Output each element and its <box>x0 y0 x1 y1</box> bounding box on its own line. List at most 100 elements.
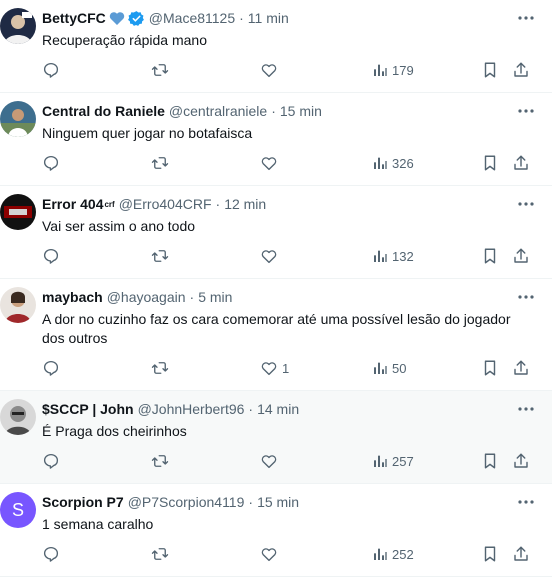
views-button[interactable]: 50 <box>372 356 406 380</box>
avatar[interactable] <box>0 101 36 137</box>
analytics-icon <box>374 362 387 374</box>
views-button[interactable]: 252 <box>372 542 414 566</box>
tweet[interactable]: $SCCP | John @JohnHerbert96 · 14 min É P… <box>0 391 552 484</box>
retweet-button[interactable] <box>150 356 170 380</box>
tweet[interactable]: S Scorpion P7 @P7Scorpion4119 · 15 min 1… <box>0 484 552 577</box>
timestamp[interactable]: 5 min <box>198 289 232 305</box>
analytics-icon <box>374 157 387 169</box>
retweet-button[interactable] <box>150 151 170 175</box>
display-name[interactable]: BettyCFC <box>42 10 106 26</box>
reply-button[interactable] <box>42 356 60 380</box>
handle[interactable]: @Mace81125 <box>149 10 235 26</box>
retweet-button[interactable] <box>150 542 170 566</box>
retweet-button[interactable] <box>150 449 170 473</box>
timestamp[interactable]: 11 min <box>248 10 289 26</box>
share-button[interactable] <box>512 151 530 175</box>
like-count: 1 <box>282 360 290 376</box>
avatar[interactable]: S <box>0 492 36 528</box>
tweet[interactable]: Error 404 crf @Erro404CRF · 12 min Vai se… <box>0 186 552 279</box>
handle[interactable]: @hayoagain <box>107 289 186 305</box>
views-button[interactable]: 132 <box>372 244 414 268</box>
avatar[interactable] <box>0 194 36 230</box>
reply-icon <box>43 453 59 469</box>
more-options-icon[interactable] <box>516 10 536 26</box>
bookmark-button[interactable] <box>482 58 498 82</box>
tweet[interactable]: BettyCFC @Mace81125 · 11 min Recuperação… <box>0 0 552 93</box>
views-button[interactable]: 257 <box>372 449 414 473</box>
handle[interactable]: @Erro404CRF <box>119 196 212 212</box>
bookmark-button[interactable] <box>482 356 498 380</box>
avatar[interactable] <box>0 399 36 435</box>
action-bar: 132 <box>40 244 536 268</box>
more-options-icon[interactable] <box>516 401 536 417</box>
share-button[interactable] <box>512 449 530 473</box>
reply-button[interactable] <box>42 244 60 268</box>
display-name[interactable]: maybach <box>42 289 103 305</box>
share-icon <box>514 248 528 263</box>
timestamp[interactable]: 12 min <box>224 196 266 212</box>
view-count: 179 <box>392 62 414 78</box>
more-options-icon[interactable] <box>516 494 536 510</box>
analytics-icon <box>374 548 387 560</box>
separator-dot: · <box>215 196 221 212</box>
handle[interactable]: @centralraniele <box>169 103 267 119</box>
more-options-icon[interactable] <box>516 103 536 119</box>
reply-button[interactable] <box>42 542 60 566</box>
views-button[interactable]: 179 <box>372 58 414 82</box>
reply-button[interactable] <box>42 151 60 175</box>
separator-dot: · <box>248 494 254 510</box>
like-button[interactable] <box>260 151 282 175</box>
display-name[interactable]: Central do Raniele <box>42 103 165 119</box>
retweet-button[interactable] <box>150 58 170 82</box>
display-name[interactable]: Error 404 <box>42 196 103 212</box>
tweet-text: Recuperação rápida mano <box>42 32 207 48</box>
retweet-icon <box>151 157 169 169</box>
tweet-header: maybach @hayoagain · 5 min <box>42 287 512 307</box>
avatar[interactable] <box>0 8 36 44</box>
handle[interactable]: @P7Scorpion4119 <box>128 494 245 510</box>
reply-button[interactable] <box>42 449 60 473</box>
retweet-icon <box>151 455 169 467</box>
timestamp[interactable]: 15 min <box>280 103 322 119</box>
display-name[interactable]: Scorpion P7 <box>42 494 124 510</box>
tweet[interactable]: Central do Raniele @centralraniele · 15 … <box>0 93 552 186</box>
reply-button[interactable] <box>42 58 60 82</box>
like-button[interactable] <box>260 542 282 566</box>
heart-icon <box>261 455 277 469</box>
verified-badge-icon <box>127 10 145 27</box>
analytics-icon <box>374 250 387 262</box>
views-button[interactable]: 326 <box>372 151 414 175</box>
heart-icon <box>261 548 277 562</box>
share-button[interactable] <box>512 542 530 566</box>
retweet-icon <box>151 64 169 76</box>
handle[interactable]: @JohnHerbert96 <box>138 401 245 417</box>
bookmark-icon <box>484 155 496 171</box>
separator-dot: · <box>189 289 195 305</box>
more-options-icon[interactable] <box>516 196 536 212</box>
timestamp[interactable]: 15 min <box>257 494 299 510</box>
share-icon <box>514 360 528 375</box>
timestamp[interactable]: 14 min <box>257 401 299 417</box>
like-button[interactable]: 1 <box>260 356 289 380</box>
bookmark-button[interactable] <box>482 244 498 268</box>
retweet-button[interactable] <box>150 244 170 268</box>
more-options-icon[interactable] <box>516 289 536 305</box>
like-button[interactable] <box>260 244 282 268</box>
avatar[interactable] <box>0 287 36 323</box>
share-icon <box>514 546 528 561</box>
tweet-header: $SCCP | John @JohnHerbert96 · 14 min <box>42 399 512 419</box>
share-button[interactable] <box>512 356 530 380</box>
bookmark-button[interactable] <box>482 449 498 473</box>
share-button[interactable] <box>512 58 530 82</box>
share-button[interactable] <box>512 244 530 268</box>
view-count: 257 <box>392 453 414 469</box>
bookmark-button[interactable] <box>482 542 498 566</box>
separator-dot: · <box>239 10 244 26</box>
display-name[interactable]: $SCCP | John <box>42 401 134 417</box>
like-button[interactable] <box>260 58 282 82</box>
like-button[interactable] <box>260 449 282 473</box>
retweet-icon <box>151 362 169 374</box>
tweet[interactable]: maybach @hayoagain · 5 min A dor no cuzi… <box>0 279 552 391</box>
bookmark-button[interactable] <box>482 151 498 175</box>
heart-icon <box>261 64 277 78</box>
